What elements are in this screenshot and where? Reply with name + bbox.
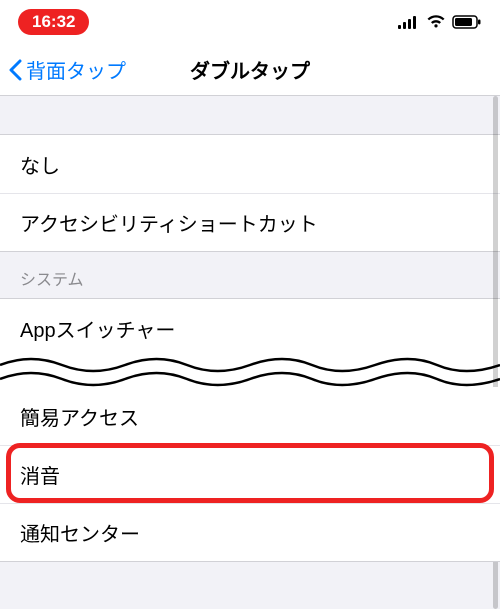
option-mute[interactable]: 消音 [0, 445, 500, 503]
option-none[interactable]: なし [0, 135, 500, 193]
option-label: 消音 [20, 460, 60, 489]
cellular-icon [398, 15, 420, 29]
back-label: 背面タップ [26, 55, 126, 84]
wifi-icon [426, 15, 446, 29]
option-label: 通知センター [20, 518, 140, 547]
chevron-left-icon [8, 59, 22, 81]
section-header-system: システム [0, 252, 500, 298]
option-label: アクセシビリティショートカット [20, 208, 318, 237]
settings-list: なし アクセシビリティショートカット システム Appスイッチャー 簡易アクセス… [0, 96, 500, 609]
battery-icon [452, 15, 482, 29]
status-bar: 16:32 [0, 0, 500, 44]
back-button[interactable]: 背面タップ [0, 55, 126, 84]
status-time: 16:32 [18, 9, 89, 35]
option-accessibility-shortcut[interactable]: アクセシビリティショートカット [0, 193, 500, 251]
option-group-system-bottom: 簡易アクセス 消音 通知センター [0, 387, 500, 562]
option-group-system-top: Appスイッチャー [0, 298, 500, 357]
option-notification-center[interactable]: 通知センター [0, 503, 500, 561]
content-truncation-indicator [0, 357, 500, 387]
option-app-switcher[interactable]: Appスイッチャー [0, 299, 500, 357]
option-group-general: なし アクセシビリティショートカット [0, 134, 500, 252]
option-label: Appスイッチャー [20, 314, 175, 343]
option-reachability[interactable]: 簡易アクセス [0, 387, 500, 445]
option-label: 簡易アクセス [20, 402, 139, 431]
nav-bar: 背面タップ ダブルタップ [0, 44, 500, 96]
status-icons [398, 15, 482, 29]
option-label: なし [20, 150, 60, 179]
page-title: ダブルタップ [190, 55, 310, 84]
